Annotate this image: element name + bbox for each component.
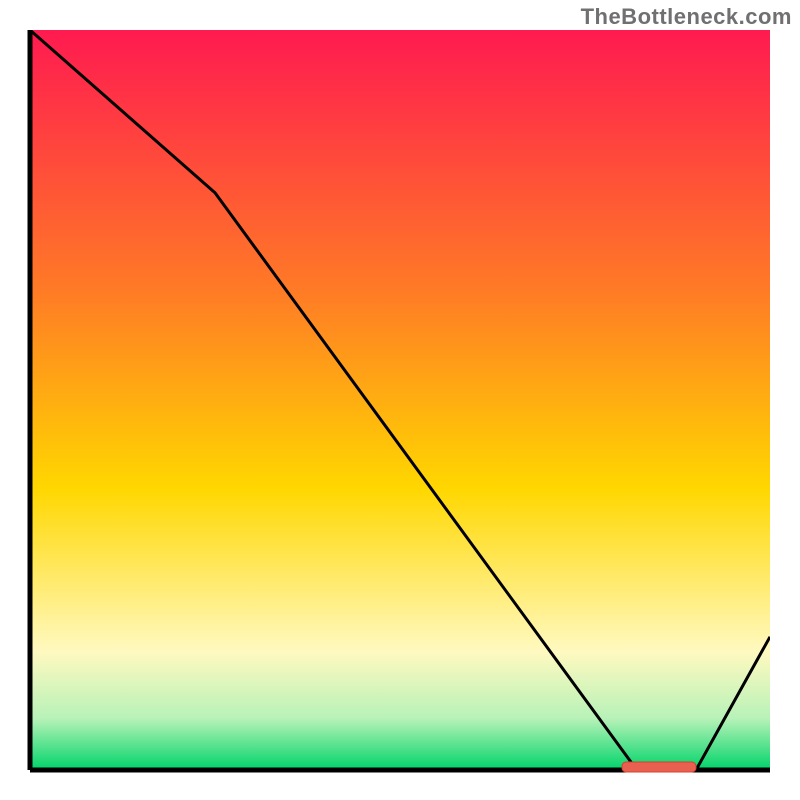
plot-background <box>30 30 770 770</box>
chart-container: TheBottleneck.com <box>0 0 800 800</box>
optimum-marker <box>622 762 696 772</box>
optimum-marker-pill <box>622 762 696 772</box>
chart-svg <box>0 0 800 800</box>
